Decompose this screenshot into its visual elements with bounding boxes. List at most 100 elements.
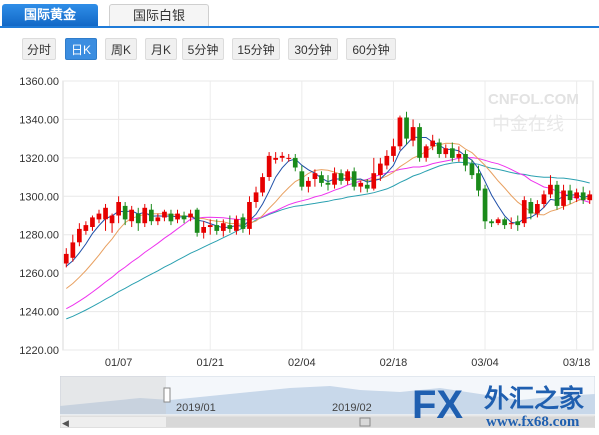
- market-tabs: 国际黄金 国际白银: [0, 0, 599, 28]
- candle-body: [436, 142, 442, 154]
- candle-body: [521, 200, 527, 224]
- candle-body: [384, 155, 390, 166]
- candle-body: [469, 163, 475, 176]
- candle-body: [116, 202, 121, 216]
- candle-body: [253, 192, 259, 202]
- candle-body: [90, 217, 95, 227]
- watermark: CNFOL.COM 中金在线: [488, 91, 579, 135]
- logo-fx: FX: [412, 383, 463, 427]
- candle-body: [325, 182, 331, 185]
- y-tick-label: 1340.00: [19, 114, 59, 126]
- candle-body: [299, 171, 305, 187]
- candle-body: [417, 127, 422, 158]
- period-button-60min[interactable]: 60分钟: [346, 38, 396, 60]
- navigator-mask-left: [60, 376, 166, 414]
- candle-body: [430, 140, 435, 147]
- candle-body: [580, 192, 586, 201]
- logo-cn: 外汇之家: [484, 384, 584, 413]
- candle-body: [338, 173, 344, 181]
- candle-body: [443, 148, 449, 155]
- candle-body: [155, 217, 161, 222]
- candle-body: [489, 221, 494, 224]
- y-tick-label: 1360.00: [19, 76, 59, 88]
- period-button-weekly[interactable]: 周K: [105, 38, 137, 60]
- candle-body: [227, 225, 233, 229]
- x-axis: 01/07 01/21 02/04 02/18 03/04 03/18: [105, 357, 591, 369]
- candle-body: [77, 228, 82, 243]
- navigator-label-jan: 2019/01: [176, 402, 216, 414]
- tab-silver[interactable]: 国际白银: [109, 4, 209, 26]
- fx68-logo: FX 外汇之家 www.fx68.com: [410, 378, 599, 430]
- candle-body: [391, 146, 396, 156]
- y-tick-label: 1260.00: [19, 268, 59, 280]
- candle-body: [142, 207, 148, 224]
- candle-body: [404, 117, 409, 139]
- y-tick-label: 1220.00: [19, 345, 59, 357]
- candle-body: [201, 227, 206, 233]
- navigator-handle[interactable]: [163, 387, 171, 403]
- x-tick-label: 02/18: [380, 357, 408, 369]
- candle-body: [70, 242, 76, 258]
- candle-body: [312, 173, 318, 179]
- x-tick-label: 01/07: [105, 357, 133, 369]
- candles: [63, 111, 593, 268]
- candle-body: [162, 211, 167, 218]
- y-tick-label: 1280.00: [19, 230, 59, 242]
- candle-body: [508, 223, 514, 225]
- kline-chart: CNFOL.COM 中金在线 1220.00 1240.00 1260.00 1280…: [19, 76, 594, 369]
- candle-body: [495, 219, 501, 224]
- candle-body: [286, 157, 292, 159]
- candle-body: [260, 177, 265, 193]
- candle-body: [292, 157, 298, 168]
- candle-body: [548, 184, 553, 195]
- watermark-cn-text: 中金在线: [492, 114, 564, 135]
- candle-body: [234, 219, 239, 231]
- candle-body: [83, 225, 89, 231]
- candle-body: [587, 194, 593, 201]
- candle-body: [567, 190, 573, 201]
- candle-body: [528, 202, 534, 214]
- period-button-15min[interactable]: 15分钟: [232, 38, 280, 60]
- y-tick-label: 1300.00: [19, 191, 59, 203]
- candle-body: [279, 155, 285, 158]
- candle-body: [221, 223, 226, 231]
- candle-body: [306, 180, 311, 187]
- candle-body: [345, 171, 350, 181]
- period-button-5min[interactable]: 5分钟: [182, 38, 224, 60]
- candle-body: [149, 209, 154, 222]
- candle-body: [181, 215, 187, 220]
- candle-body: [122, 205, 128, 220]
- candle-body: [423, 146, 429, 158]
- x-tick-label: 02/04: [288, 357, 316, 369]
- candle-body: [63, 253, 69, 264]
- period-button-intraday[interactable]: 分时: [22, 38, 56, 60]
- period-button-monthly[interactable]: 月K: [145, 38, 177, 60]
- candle-body: [371, 173, 377, 189]
- x-tick-label: 03/04: [471, 357, 499, 369]
- candle-body: [476, 173, 481, 191]
- candle-body: [194, 209, 200, 233]
- candle-body: [561, 190, 566, 206]
- candle-body: [332, 173, 337, 185]
- candle-body: [450, 148, 455, 158]
- y-tick-label: 1240.00: [19, 307, 59, 319]
- candle-body: [358, 182, 364, 187]
- candle-body: [502, 219, 507, 226]
- tab-underline: [0, 26, 599, 28]
- candle-body: [175, 213, 180, 220]
- scroll-left-icon[interactable]: ◀: [62, 418, 69, 428]
- candle-body: [410, 127, 416, 141]
- candle-body: [273, 157, 278, 160]
- x-tick-label: 03/18: [563, 357, 591, 369]
- candle-body: [188, 213, 193, 218]
- period-button-daily[interactable]: 日K: [65, 38, 97, 60]
- period-button-30min[interactable]: 30分钟: [288, 38, 338, 60]
- candle-body: [168, 213, 174, 222]
- candle-body: [207, 225, 213, 227]
- candle-body: [364, 184, 370, 189]
- candle-body: [109, 215, 115, 224]
- candle-body: [463, 154, 468, 166]
- candle-body: [515, 221, 521, 226]
- tab-gold[interactable]: 国际黄金: [2, 4, 98, 26]
- candle-body: [319, 175, 324, 183]
